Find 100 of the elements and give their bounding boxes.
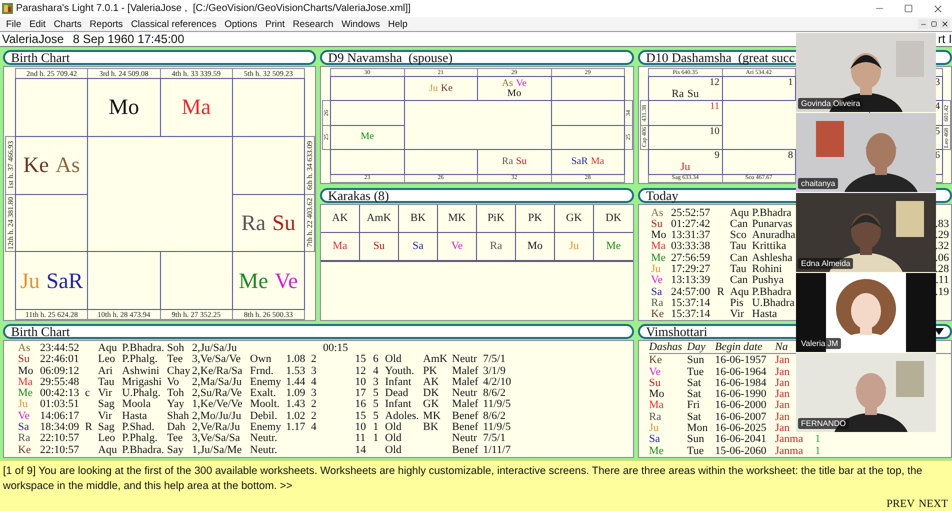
menu-item[interactable]: Edit xyxy=(25,17,50,31)
menu-item[interactable]: Help xyxy=(384,17,412,31)
age-cell-text: Old xyxy=(385,422,402,434)
date-cell-text: 16-06-2007 xyxy=(715,412,768,424)
sign-cell-text: Sco xyxy=(730,230,748,242)
sign-cell-text: Tau xyxy=(730,241,748,253)
karaka-header: MK xyxy=(438,204,477,232)
nakshatra-cell-text: U.Phalg. xyxy=(122,388,160,400)
table-cell-text: 14 xyxy=(355,444,367,456)
karaka-cell-text: AmK xyxy=(423,354,448,366)
karaka-header: GK xyxy=(555,204,594,232)
value-cell: .06 xyxy=(935,252,949,264)
planet-label: Me xyxy=(360,132,374,142)
sign-cell-text: Tau xyxy=(98,376,116,388)
karaka-cell-text: DK xyxy=(423,388,440,400)
planet-label: Me xyxy=(649,446,665,457)
lords-cell-text: 1,Ju/Sa/Me xyxy=(192,444,243,456)
window-title: Parashara's Light 7.0.1 - [ValeriaJose , [C:/GeoVision/GeoVisionCharts/ValeriaJose.xml]] xyxy=(16,3,412,14)
table-cell-text: 12 xyxy=(355,366,367,377)
planet-label: Ma xyxy=(18,376,34,388)
planet-label: Ra xyxy=(651,298,664,310)
close-icon xyxy=(941,20,949,28)
age-cell-text: Adoles. xyxy=(385,410,420,422)
table-cell-text: 3 xyxy=(311,366,318,377)
table-cell-text: 1 xyxy=(373,433,380,445)
nakshatra-cell-text: Moola xyxy=(122,399,151,411)
nakshatra-cell-text: Ashwini xyxy=(122,366,160,377)
nakshatra-cell-text: P.Shad. xyxy=(122,422,154,434)
syllable-cell-text: Yay xyxy=(167,399,186,411)
longitude-cell-text: 22:46:01 xyxy=(40,354,80,366)
planet-label: Mo xyxy=(108,96,140,118)
sign-cell-text: Tau xyxy=(730,264,748,276)
panel-header: Birth Chart xyxy=(3,50,316,65)
planet-label: Ju xyxy=(555,232,594,260)
column-header: Dashas xyxy=(649,342,684,354)
menu-item[interactable]: Classical references xyxy=(126,17,220,31)
flag-cell-text: c xyxy=(85,388,91,400)
birth-date-time: 8 Sep 1960 17:45:00 xyxy=(72,32,184,46)
participant-name: chaitanya xyxy=(798,178,838,189)
lords-cell-text: 2,Su/Ra/Ve xyxy=(192,388,243,400)
table-cell-text: 15 xyxy=(355,410,367,422)
date-cell-text: 16-06-1990 xyxy=(715,389,768,400)
table-cell-text: 7/5/1 xyxy=(483,433,507,445)
table-cell-text: 4 xyxy=(311,422,318,434)
lords-cell-text: 2,Ju/Sa/Ju xyxy=(192,343,238,354)
nature-cell-text: Benef xyxy=(452,444,480,456)
date-cell-text: 16-06-1984 xyxy=(715,378,768,390)
restore-button[interactable] xyxy=(929,19,939,29)
sign-cell-text: Ari xyxy=(98,366,114,377)
planet-label: Ju xyxy=(680,162,690,173)
nakshatra-cell-text: P.Phalg. xyxy=(122,433,158,445)
sign-cell-text: Can xyxy=(730,252,749,264)
planet-label: Mo xyxy=(507,88,522,99)
nav-button[interactable]: PREV xyxy=(886,498,915,510)
nature-cell-text: Neutr xyxy=(452,433,478,445)
menu-item[interactable]: Research xyxy=(288,17,338,31)
planet-label: Ra xyxy=(649,412,662,424)
karaka-header: DK xyxy=(594,204,633,232)
planet-label: Sa xyxy=(651,286,663,298)
nature-cell-text: Malef xyxy=(452,376,480,388)
house-number: 10 xyxy=(710,126,720,137)
longitude-cell-text: 29:55:48 xyxy=(40,376,80,388)
sign-cell-text: Vir xyxy=(98,410,114,422)
dropdown-caret-icon[interactable] xyxy=(934,328,944,336)
syllable-cell-text: Tee xyxy=(167,433,184,445)
planet-label: Ve xyxy=(651,275,664,287)
maximize-icon xyxy=(904,4,913,13)
participant-name: FERNANDO xyxy=(798,418,849,429)
nakshatra-cell-text: Hasta xyxy=(752,309,778,320)
menu-item[interactable]: Charts xyxy=(50,17,86,31)
planet-label: Ke xyxy=(651,309,665,320)
sign-cell-text: Aqu xyxy=(98,444,118,456)
relation-cell-text: Frnd. xyxy=(250,366,275,377)
planet-label: Me xyxy=(594,232,633,260)
menu-item[interactable]: Print xyxy=(261,17,289,31)
relation-cell-text: Exalt. xyxy=(250,388,276,400)
column-header: Begin date xyxy=(715,342,764,354)
longitude-cell-text: 06:09:12 xyxy=(40,366,80,377)
planet-label: Mo xyxy=(649,389,666,400)
karaka-cell-text: PK xyxy=(423,366,438,377)
longitude-cell-text: 15:37:14 xyxy=(671,309,712,320)
planet-label: Ra xyxy=(477,232,516,260)
planet-label: Ju xyxy=(651,264,662,276)
nav-button[interactable]: NEXT xyxy=(918,498,948,510)
menu-item[interactable]: Windows xyxy=(337,17,384,31)
menu-item[interactable]: File xyxy=(2,17,26,31)
nakshatra-cell-text: Punarvas xyxy=(752,218,794,230)
menu-item[interactable]: Options xyxy=(220,17,262,31)
table-cell-text: 5 xyxy=(373,410,380,422)
longitude-cell-text: 23:44:52 xyxy=(40,343,80,354)
planet-label: As xyxy=(651,208,664,219)
planet-label: As xyxy=(56,154,80,176)
menu-item[interactable]: Reports xyxy=(86,17,127,31)
flag-cell-text: R xyxy=(717,286,726,298)
planet-label: Ma xyxy=(321,232,360,260)
close-button[interactable] xyxy=(940,19,950,29)
table-cell-text: 4 xyxy=(311,376,318,388)
day-cell-text: Fri xyxy=(687,400,701,412)
nakshatra-cell-text: Krittika xyxy=(752,241,788,253)
longitude-cell-text: 17:29:27 xyxy=(671,264,712,276)
